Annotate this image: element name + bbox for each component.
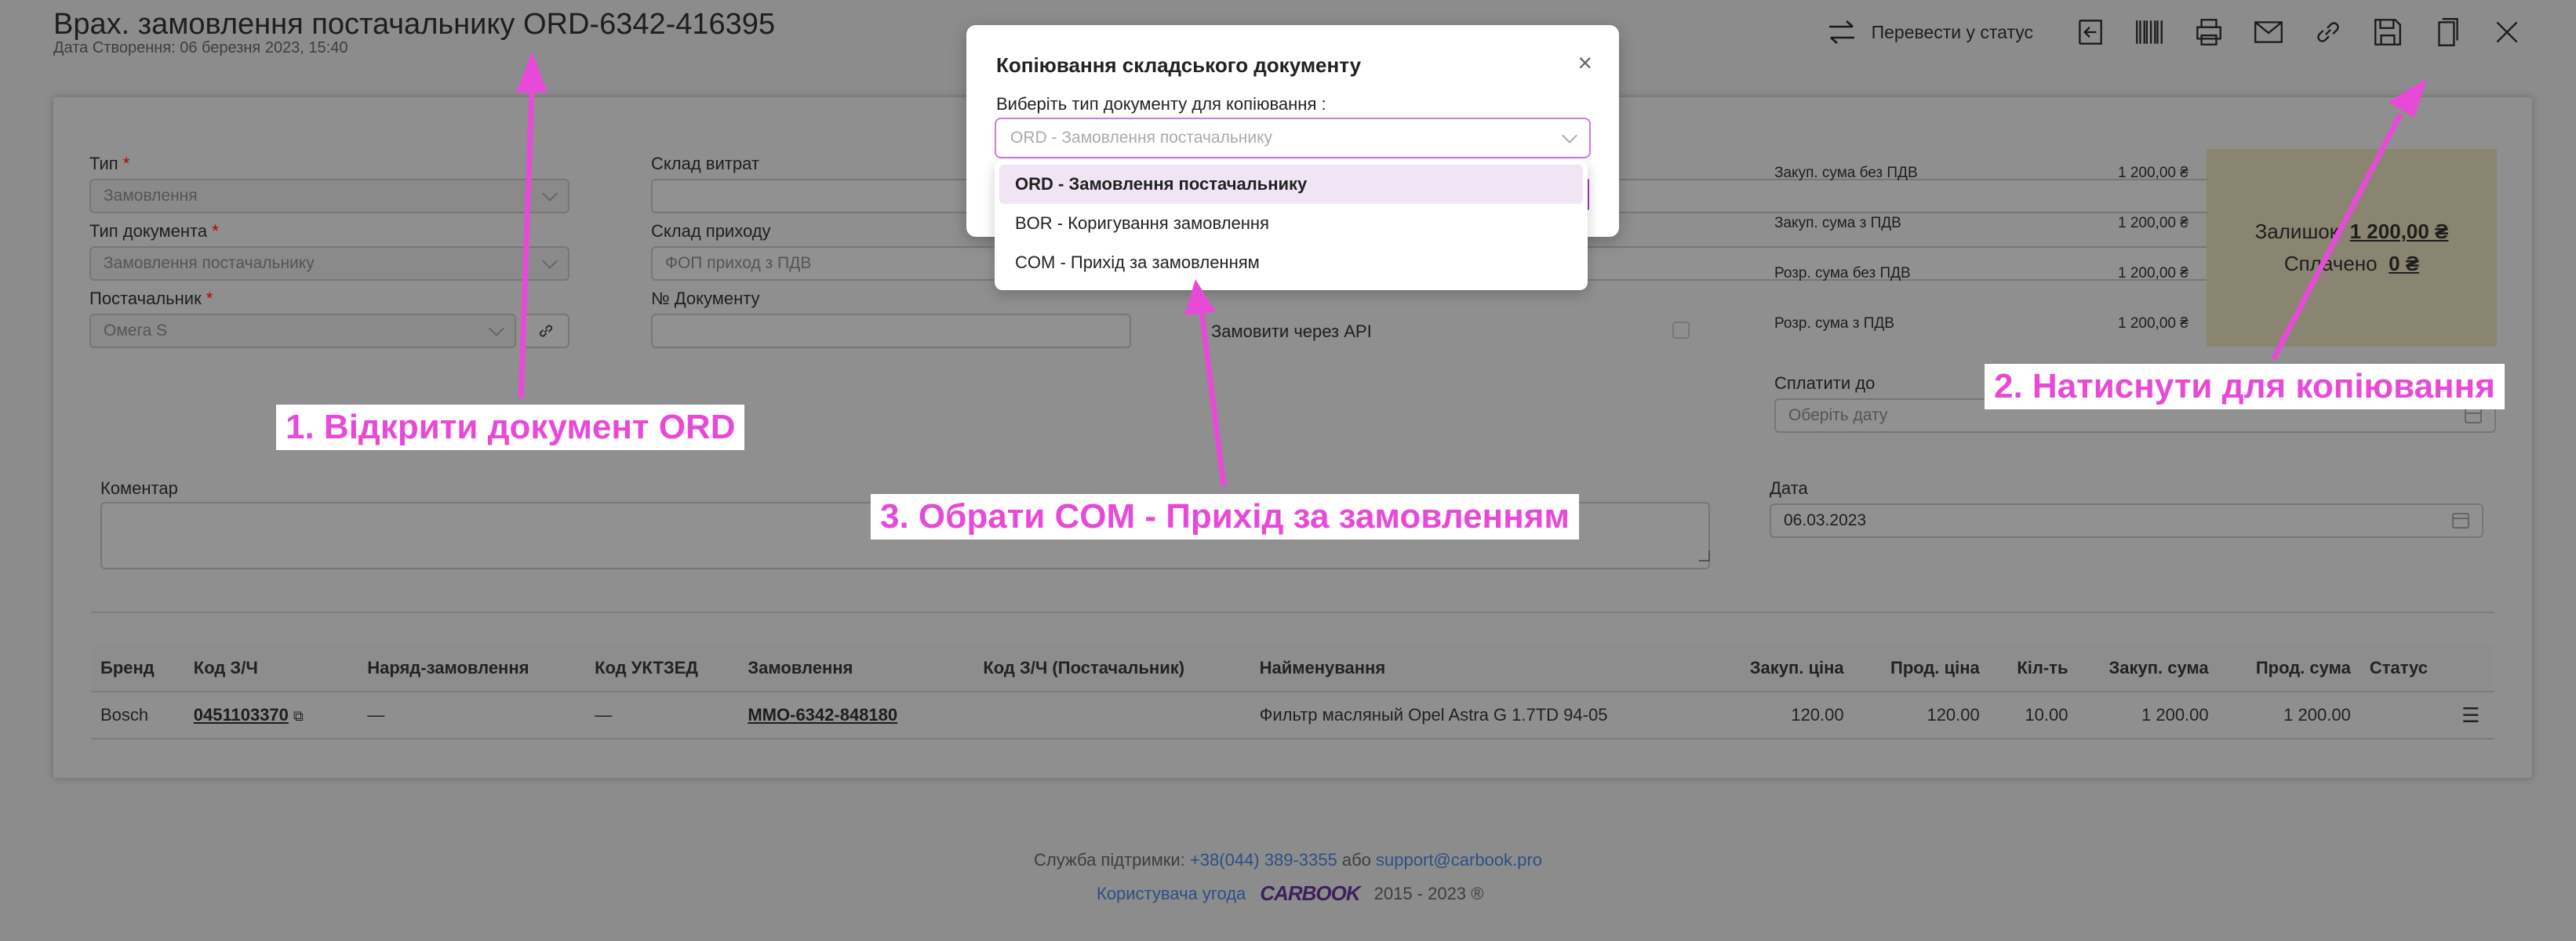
annotation-step-1: 1. Відкрити документ ORD [276,405,745,450]
annotation-step-3: 3. Обрати COM - Прихід за замовленням [871,494,1579,540]
annotation-step-2: 2. Натиснути для копіювання [1985,364,2505,409]
annotation-arrows [516,52,2427,487]
